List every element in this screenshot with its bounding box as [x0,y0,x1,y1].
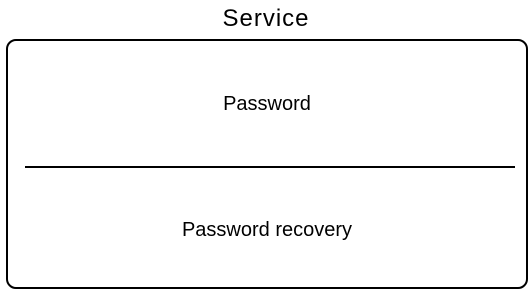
service-menu-panel: Password Password recovery [6,39,528,289]
menu-item-password[interactable]: Password [8,89,526,119]
page-title: Service [222,5,310,32]
service-screen: Service Password Password recovery [0,0,532,293]
menu-item-password-recovery[interactable]: Password recovery [8,215,526,245]
menu-divider [25,166,515,168]
